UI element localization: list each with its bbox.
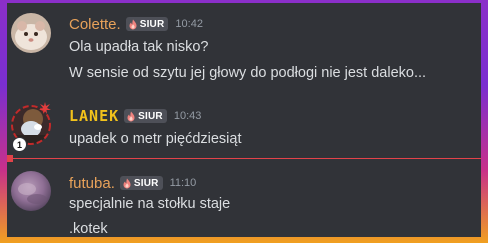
message-colette: Colette. SIUR 10:42 Ola upadła tak nisko…: [7, 3, 481, 91]
badge-label: SIUR: [133, 177, 159, 189]
timestamp[interactable]: 10:42: [175, 18, 203, 30]
message-text: specjalnie na stołku staje: [69, 196, 231, 212]
username[interactable]: futuba.: [69, 175, 115, 192]
username[interactable]: LANEK: [69, 107, 119, 125]
message-text: Ola upadła tak nisko?: [69, 39, 209, 55]
message-text: W sensie od szytu jej głowy do podłogi n…: [69, 65, 427, 81]
badge-label: SIUR: [139, 18, 165, 30]
message-text: upadek o metr pięćdziesiąt: [69, 131, 242, 147]
avatar-futuba[interactable]: [11, 171, 51, 211]
timestamp[interactable]: 11:10: [170, 177, 197, 189]
avatar-colette[interactable]: [11, 13, 51, 53]
timestamp[interactable]: 10:43: [174, 110, 202, 122]
flame-icon: [129, 19, 137, 29]
avatar-lanek[interactable]: 1: [11, 102, 51, 152]
new-messages-divider: [7, 158, 481, 159]
role-badge[interactable]: SIUR: [124, 109, 167, 123]
role-badge[interactable]: SIUR: [125, 17, 169, 31]
starburst-icon: [39, 101, 51, 119]
flame-icon: [123, 178, 131, 188]
avatar-badge: 1: [12, 137, 27, 152]
chat-panel: Colette. SIUR 10:42 Ola upadła tak nisko…: [7, 3, 481, 237]
badge-label: SIUR: [138, 110, 163, 122]
message-lanek: 1 LANEK SIUR 10:43 upadek o metr pięćdzi…: [7, 99, 481, 155]
role-badge[interactable]: SIUR: [119, 176, 163, 190]
flame-icon: [127, 111, 135, 121]
message-futuba: futuba. SIUR 11:10 specjalnie na stołku …: [7, 163, 481, 237]
username[interactable]: Colette.: [69, 16, 121, 33]
message-text: .kotek: [69, 221, 108, 237]
divider-cap: [7, 155, 13, 162]
